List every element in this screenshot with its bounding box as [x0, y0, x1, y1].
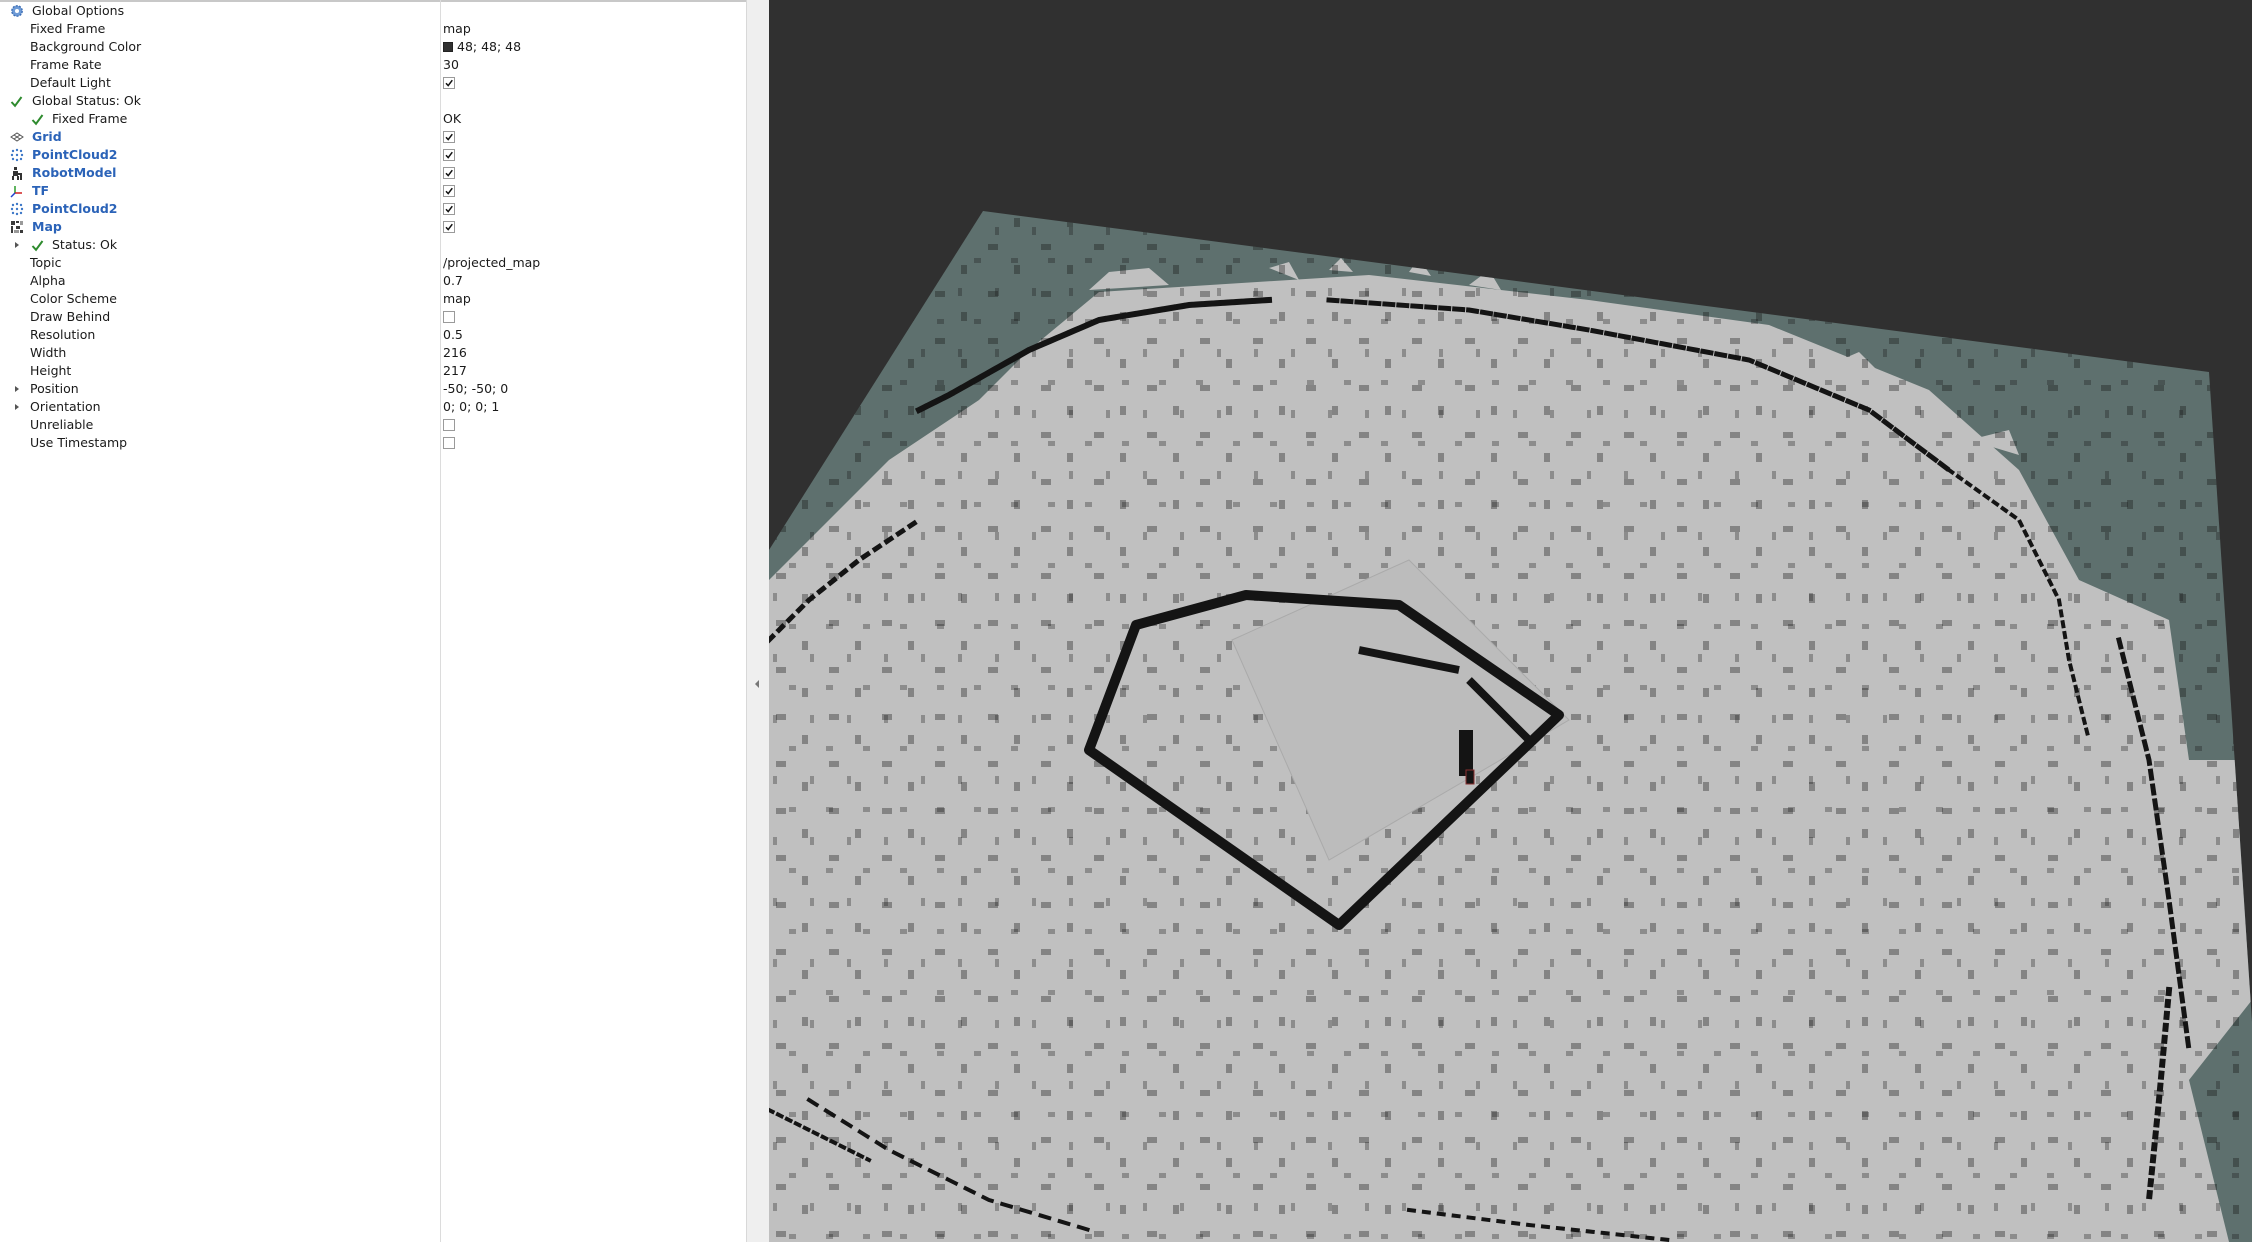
position-value: -50; -50; 0 — [443, 381, 509, 396]
row-label: Height — [30, 363, 72, 378]
background-color-value[interactable]: 48; 48; 48 — [443, 38, 521, 56]
display-map[interactable]: Map — [0, 218, 746, 236]
row-label: Fixed Frame — [30, 21, 106, 36]
row-label: Topic — [30, 255, 62, 270]
row-topic[interactable]: Topic /projected_map — [0, 254, 746, 272]
display-label: TF — [32, 183, 50, 198]
row-label: Position — [30, 381, 79, 396]
expand-arrow-icon[interactable] — [11, 401, 23, 413]
display-label: Map — [32, 219, 62, 234]
3d-viewport[interactable] — [769, 0, 2252, 1242]
row-alpha[interactable]: Alpha 0.7 — [0, 272, 746, 290]
row-label: Orientation — [30, 399, 101, 414]
topic-value[interactable]: /projected_map — [443, 254, 540, 272]
gear-icon — [10, 4, 24, 18]
row-label: Width — [30, 345, 67, 360]
row-background-color[interactable]: Background Color 48; 48; 48 — [0, 38, 746, 56]
row-width[interactable]: Width 216 — [0, 344, 746, 362]
row-use-timestamp[interactable]: Use Timestamp — [0, 434, 746, 452]
row-unreliable[interactable]: Unreliable — [0, 416, 746, 434]
axes-icon — [10, 184, 24, 198]
row-fixed-frame[interactable]: Fixed Frame map — [0, 20, 746, 38]
tf-checkbox[interactable] — [443, 185, 455, 197]
row-global-options[interactable]: Global Options — [0, 2, 746, 20]
row-label: Use Timestamp — [30, 435, 128, 450]
row-label: Alpha — [30, 273, 66, 288]
checkmark-icon — [10, 95, 23, 108]
row-label: Color Scheme — [30, 291, 117, 306]
pointcloud-icon — [10, 148, 24, 162]
display-tf[interactable]: TF — [0, 182, 746, 200]
display-pointcloud2[interactable]: PointCloud2 — [0, 146, 746, 164]
pointcloud2-checkbox[interactable] — [443, 149, 455, 161]
frame-rate-value[interactable]: 30 — [443, 56, 459, 74]
height-value: 217 — [443, 363, 467, 378]
row-orientation[interactable]: Orientation 0; 0; 0; 1 — [0, 398, 746, 416]
row-height[interactable]: Height 217 — [0, 362, 746, 380]
row-global-status[interactable]: Global Status: Ok — [0, 92, 746, 110]
robotmodel-checkbox[interactable] — [443, 167, 455, 179]
collapse-arrow-icon[interactable] — [752, 678, 762, 690]
use-timestamp-checkbox[interactable] — [443, 437, 455, 449]
display-robotmodel[interactable]: RobotModel — [0, 164, 746, 182]
row-label: Background Color — [30, 39, 142, 54]
row-label: Global Status: Ok — [32, 93, 141, 108]
display-label: Grid — [32, 129, 62, 144]
color-scheme-value[interactable]: map — [443, 290, 471, 308]
row-draw-behind[interactable]: Draw Behind — [0, 308, 746, 326]
row-label: Fixed Frame — [52, 111, 128, 126]
alpha-value[interactable]: 0.7 — [443, 272, 463, 290]
resolution-value: 0.5 — [443, 327, 463, 342]
row-resolution[interactable]: Resolution 0.5 — [0, 326, 746, 344]
row-label: Unreliable — [30, 417, 94, 432]
color-swatch[interactable] — [443, 42, 453, 52]
pointcloud-icon — [10, 202, 24, 216]
expand-arrow-icon[interactable] — [11, 383, 23, 395]
display-label: PointCloud2 — [32, 201, 118, 216]
background-color-text: 48; 48; 48 — [457, 39, 522, 54]
width-value: 216 — [443, 345, 467, 360]
row-label: Global Options — [32, 3, 125, 18]
grid-icon — [10, 130, 24, 144]
display-pointcloud2-second[interactable]: PointCloud2 — [0, 200, 746, 218]
row-map-status[interactable]: Status: Ok — [0, 236, 746, 254]
grid-checkbox[interactable] — [443, 131, 455, 143]
map-free-space-overlay-2 — [769, 211, 2252, 1242]
default-light-checkbox[interactable] — [443, 77, 455, 89]
robot-marker — [1459, 730, 1473, 776]
map-checkbox[interactable] — [443, 221, 455, 233]
map-render[interactable] — [769, 0, 2252, 1242]
row-label: Status: Ok — [52, 237, 118, 252]
pointcloud2-second-checkbox[interactable] — [443, 203, 455, 215]
robot-icon — [10, 166, 24, 180]
row-label: Frame Rate — [30, 57, 102, 72]
row-frame-rate[interactable]: Frame Rate 30 — [0, 56, 746, 74]
checkmark-icon — [31, 113, 44, 126]
panel-splitter[interactable] — [746, 0, 769, 1242]
unreliable-checkbox[interactable] — [443, 419, 455, 431]
display-grid[interactable]: Grid — [0, 128, 746, 146]
fixed-frame-value[interactable]: map — [443, 20, 471, 38]
orientation-value: 0; 0; 0; 1 — [443, 399, 500, 414]
fixed-frame-status-value: OK — [443, 111, 462, 126]
occupancy-grid-map — [769, 211, 2252, 1242]
draw-behind-checkbox[interactable] — [443, 311, 455, 323]
display-label: RobotModel — [32, 165, 117, 180]
map-icon — [10, 220, 24, 234]
row-position[interactable]: Position -50; -50; 0 — [0, 380, 746, 398]
robot-body — [1465, 769, 1475, 785]
row-label: Resolution — [30, 327, 96, 342]
checkmark-icon — [31, 239, 44, 252]
displays-panel: Global Options Fixed Frame map Backgroun… — [0, 0, 746, 1242]
display-label: PointCloud2 — [32, 147, 118, 162]
row-color-scheme[interactable]: Color Scheme map — [0, 290, 746, 308]
row-label: Default Light — [30, 75, 111, 90]
row-label: Draw Behind — [30, 309, 111, 324]
row-status-fixed-frame[interactable]: Fixed Frame OK — [0, 110, 746, 128]
row-default-light[interactable]: Default Light — [0, 74, 746, 92]
expand-arrow-icon[interactable] — [11, 239, 23, 251]
